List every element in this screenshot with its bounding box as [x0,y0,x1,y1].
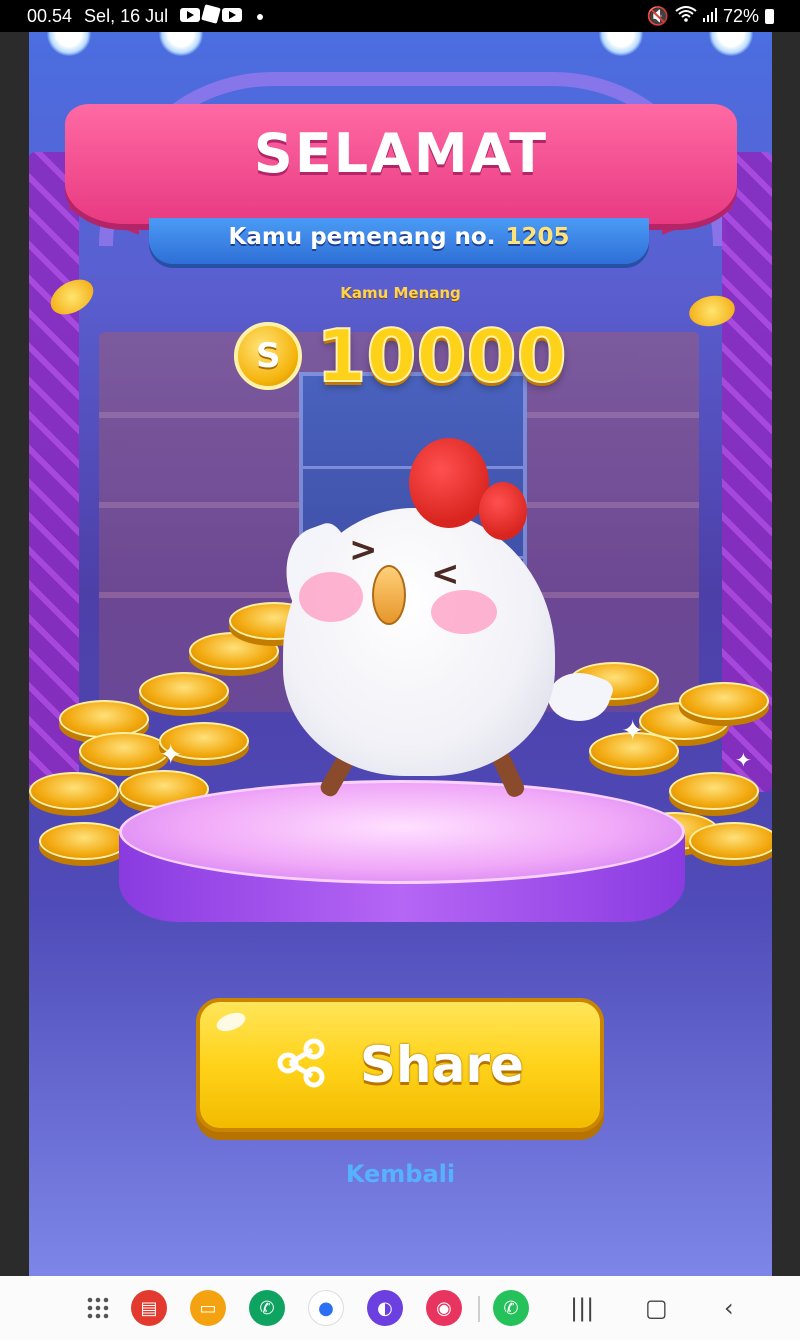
files-app-icon[interactable]: ▭ [190,1290,226,1326]
game-screen: SELAMAT Kamu pemenang no. 1205 Kamu Menan… [29,32,772,1276]
nav-separator [478,1296,480,1322]
notes-app-icon[interactable]: ▤ [131,1290,167,1326]
spotlight-icon [47,32,91,56]
status-bar: 00.54 Sel, 16 Jul 🔇 72% [0,0,800,32]
battery-icon [765,9,774,24]
mute-icon: 🔇 [646,6,669,26]
prize-label: Kamu Menang [340,284,461,302]
truss-left [29,152,79,792]
youtube-notification-icon [222,8,243,22]
internet-app-icon[interactable]: ◐ [367,1290,403,1326]
whatsapp-icon[interactable]: ✆ [493,1290,529,1326]
phone-app-icon[interactable]: ✆ [249,1290,285,1326]
spotlight-icon [599,32,643,56]
share-icon [276,1038,326,1092]
back-link[interactable]: Kembali [29,1160,772,1188]
share-button-label: Share [360,1036,524,1094]
winner-info-bar: Kamu pemenang no. 1205 [149,218,649,264]
youtube-notification-icon [180,8,201,22]
messages-app-icon[interactable]: ● [308,1290,344,1326]
banner-title: SELAMAT [253,122,549,185]
prize-amount: 10000 [315,313,567,399]
date: Sel, 16 Jul [84,6,169,26]
clock: 00.54 [27,6,73,26]
back-button[interactable]: ‹ [724,1294,734,1322]
sparkle-icon: ✦ [159,738,183,771]
winner-label: Kamu pemenang no. [228,224,496,250]
signal-icon [702,6,717,27]
prize-amount-row: S 10000 [29,313,772,399]
stage-podium-top [119,780,685,884]
apps-grid-icon[interactable] [80,1290,116,1326]
more-notifications-dot-icon [257,13,264,20]
battery-percent: 72% [722,6,759,26]
navigation-bar: ▤ ▭ ✆ ● ◐ ◉ ✆ ||| ▢ ‹ [0,1276,800,1340]
home-button[interactable]: ▢ [645,1294,668,1322]
sparkle-icon: ✦ [735,748,752,772]
congrats-banner: SELAMAT [65,104,737,224]
roblox-notification-icon [201,4,221,24]
sparkle-icon: ✦ [621,714,645,747]
wifi-icon [675,6,697,27]
share-button[interactable]: Share [196,998,604,1132]
spotlight-icon [159,32,203,56]
spotlight-icon [709,32,753,56]
winner-number: 1205 [505,224,570,250]
screen-recorder-icon[interactable]: ◉ [426,1290,462,1326]
coin-icon: S [234,322,303,390]
recents-button[interactable]: ||| [570,1294,594,1322]
